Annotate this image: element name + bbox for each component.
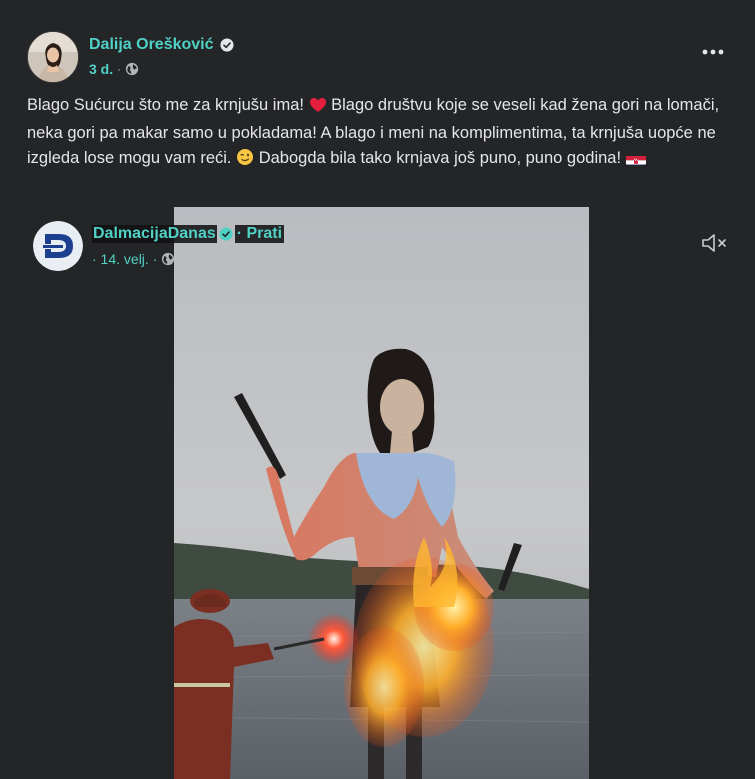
post-text-part-3: Dabogda bila tako krnjava još puno, puno…: [254, 149, 626, 167]
more-options-icon: [702, 49, 724, 55]
more-options-button[interactable]: [701, 40, 725, 64]
author-name[interactable]: Dalija Orešković: [89, 36, 214, 54]
globe-icon[interactable]: [125, 62, 139, 76]
facebook-post: Dalija Orešković 3 d. · Blago Sućurcu št…: [0, 0, 755, 779]
shared-post-date[interactable]: · 14. velj. ·: [92, 251, 157, 267]
author-info: Dalija Orešković 3 d. ·: [89, 34, 234, 80]
verified-badge-icon: [219, 38, 234, 52]
post-header: Dalija Orešković 3 d. ·: [27, 31, 234, 83]
croatia-flag-emoji: [625, 152, 646, 165]
red-heart-emoji: [309, 96, 327, 121]
post-text-part-1: Blago Sućurcu što me za krnjušu ima!: [27, 96, 309, 114]
follow-button[interactable]: · Prati: [234, 225, 285, 243]
author-avatar[interactable]: [27, 31, 79, 83]
post-text: Blago Sućurcu što me za krnjušu ima! Bla…: [27, 93, 732, 174]
separator-dot: ·: [117, 62, 122, 76]
verified-badge-icon: [219, 227, 233, 241]
shared-page-info: DalmacijaDanas · Prati · 14. velj. ·: [92, 222, 285, 270]
shared-page-name[interactable]: DalmacijaDanas: [92, 225, 217, 243]
shared-video[interactable]: [174, 207, 589, 779]
winking-face-emoji: [236, 148, 254, 174]
shared-post-header: DalmacijaDanas · Prati · 14. velj. ·: [33, 221, 285, 271]
sound-muted-icon: [702, 234, 726, 252]
dalmacija-danas-logo[interactable]: [33, 221, 83, 271]
post-timestamp[interactable]: 3 d.: [89, 61, 113, 77]
mute-toggle-button[interactable]: [700, 232, 728, 254]
globe-icon[interactable]: [161, 252, 175, 266]
